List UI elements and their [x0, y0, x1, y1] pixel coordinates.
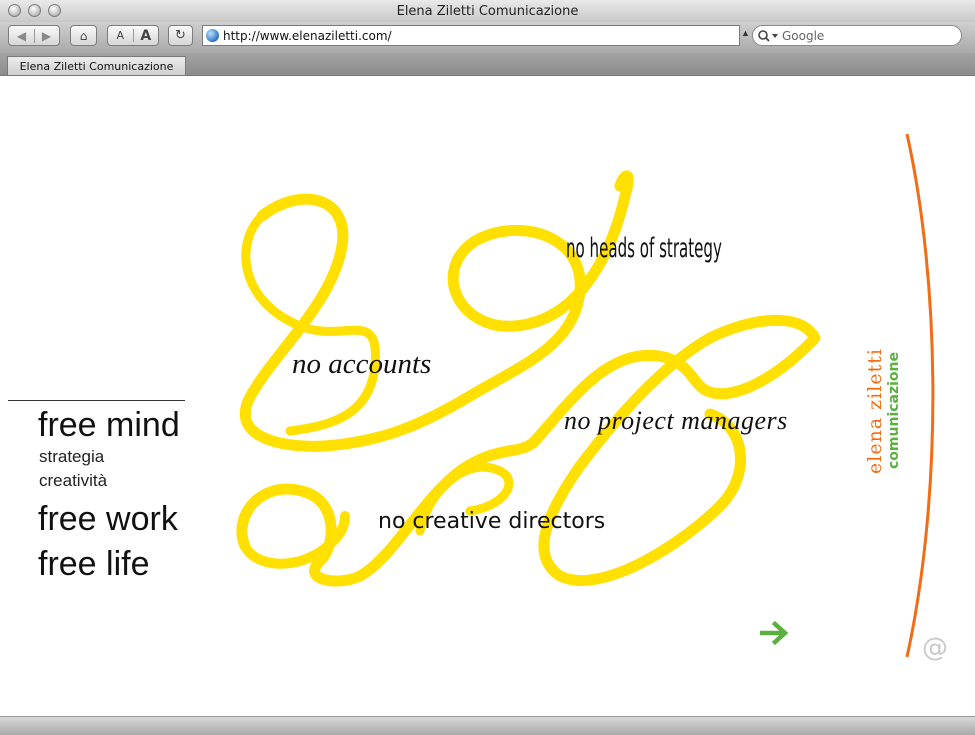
url-text: http://www.elenaziletti.com/ [223, 28, 392, 43]
text-size-buttons: A A [107, 25, 159, 46]
menu-divider [8, 400, 185, 401]
search-field[interactable]: Google [752, 25, 962, 46]
reload-button[interactable]: ↻ [168, 25, 193, 46]
window-bottom-bar [0, 716, 975, 735]
menu-free-life[interactable]: free life [38, 547, 150, 581]
home-icon: ⌂ [79, 28, 88, 43]
phrase-no-heads-of-strategy: no heads of strategy [566, 233, 722, 264]
yellow-ribbon-graphic [236, 170, 821, 587]
phrase-no-creative-directors: no creative directors [378, 509, 606, 534]
phrase-no-accounts: no accounts [292, 348, 432, 380]
menu-strategia[interactable]: strategia [39, 448, 104, 465]
phrase-no-project-managers: no project managers [564, 406, 788, 435]
reload-icon: ↻ [175, 28, 186, 43]
forward-arrow-icon[interactable]: ▶ [35, 29, 59, 43]
web-page: free mind strategia creatività free work… [0, 76, 975, 716]
back-arrow-icon[interactable]: ◀ [10, 28, 35, 43]
address-bar[interactable]: http://www.elenaziletti.com/ [202, 25, 740, 46]
window-titlebar: Elena Ziletti Comunicazione [0, 0, 975, 23]
logo-elena-ziletti: elena ziletti [864, 348, 886, 474]
email-at-icon[interactable]: @ [922, 633, 948, 663]
search-placeholder: Google [782, 28, 825, 43]
search-icon [758, 29, 778, 42]
home-button[interactable]: ⌂ [70, 25, 97, 46]
next-arrow-icon[interactable] [760, 621, 792, 645]
orange-arc-graphic [905, 133, 935, 658]
tab-elena-ziletti[interactable]: Elena Ziletti Comunicazione [7, 56, 186, 75]
address-dropdown-icon[interactable]: ▲ [741, 28, 750, 38]
text-bigger-button[interactable]: A [134, 28, 159, 44]
menu-creativita[interactable]: creatività [39, 472, 107, 489]
back-forward-buttons: ◀ ▶ [8, 25, 60, 46]
menu-free-mind[interactable]: free mind [38, 408, 180, 442]
menu-free-work[interactable]: free work [38, 502, 178, 536]
text-smaller-button[interactable]: A [108, 29, 134, 42]
tab-bar: Elena Ziletti Comunicazione [0, 53, 975, 76]
globe-icon [206, 29, 219, 42]
browser-toolbar: ◀ ▶ ⌂ A A ↻ http://www.elenaziletti.com/… [0, 22, 975, 53]
window-title: Elena Ziletti Comunicazione [396, 4, 579, 19]
